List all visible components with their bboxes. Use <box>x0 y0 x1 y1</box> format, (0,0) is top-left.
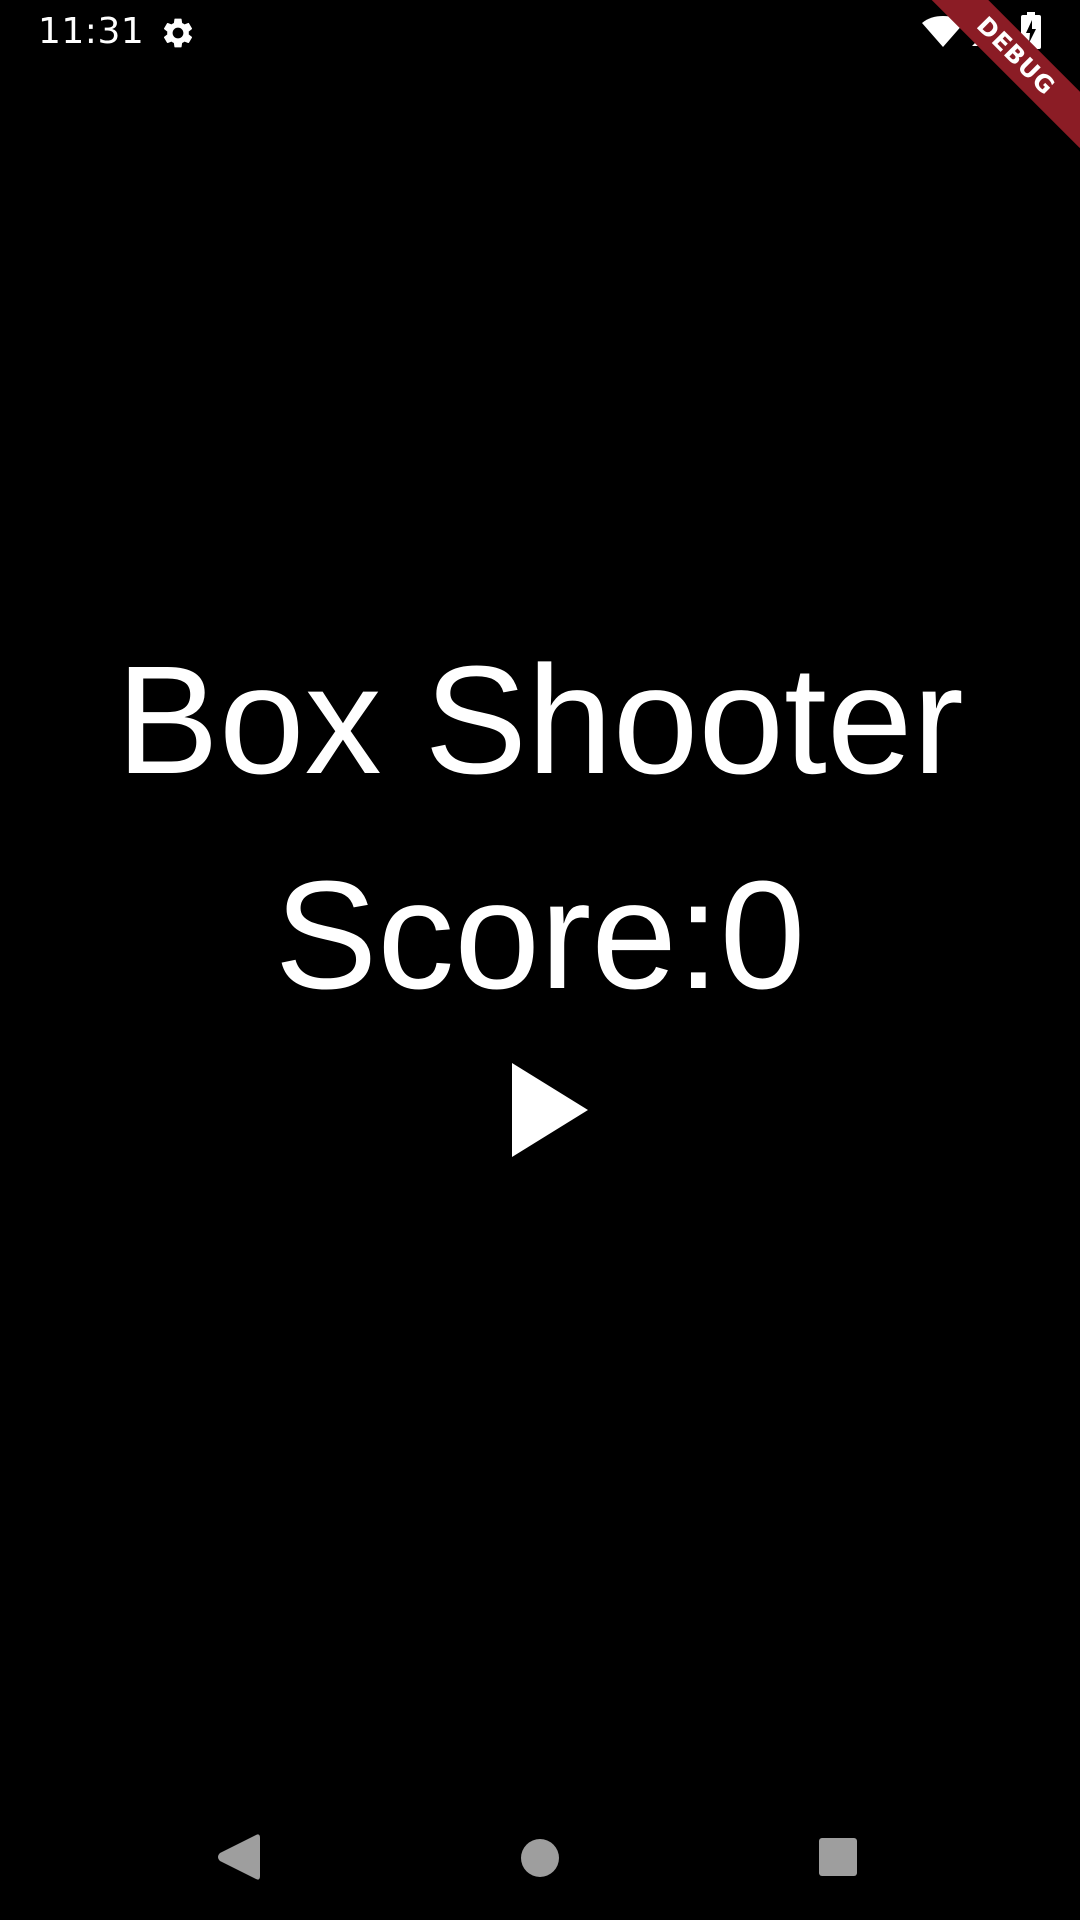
score-value: 0 <box>719 849 806 1021</box>
home-icon[interactable] <box>520 1838 560 1878</box>
recents-icon[interactable] <box>818 1837 858 1877</box>
status-bar: 11:31 <box>0 0 1080 66</box>
game-screen: 11:31 DEBUG Box Shooter Score:0 <box>0 0 1080 1920</box>
status-time: 11:31 <box>38 11 145 52</box>
debug-ribbon-label: DEBUG <box>924 0 1080 148</box>
game-title: Box Shooter <box>116 634 964 806</box>
gear-icon <box>163 18 193 48</box>
debug-banner: DEBUG <box>920 0 1080 160</box>
play-icon[interactable] <box>500 1055 600 1165</box>
back-icon[interactable] <box>216 1833 260 1881</box>
score-display: Score:0 <box>0 855 1080 1015</box>
score-label: Score: <box>274 849 720 1021</box>
